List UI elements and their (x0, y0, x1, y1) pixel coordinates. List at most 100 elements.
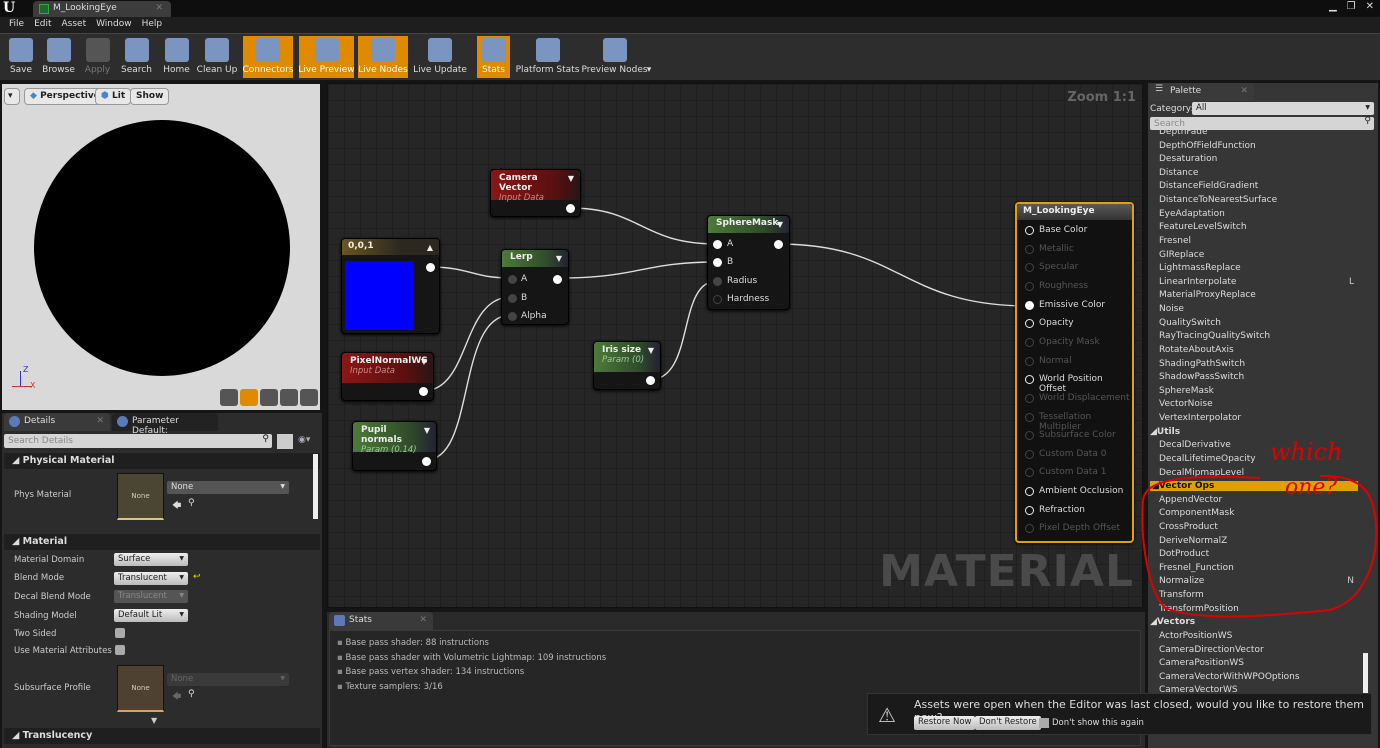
tab-palette[interactable]: ☰ Palette ✕ (1150, 83, 1254, 101)
show-button[interactable]: Show (130, 88, 170, 105)
menu-file[interactable]: File (4, 17, 29, 33)
palette-item[interactable]: DistanceToNearestSurface (1159, 195, 1277, 205)
browse-search-icon[interactable]: ⚲ (188, 498, 195, 508)
restore-icon[interactable]: ❐ (1347, 1, 1356, 12)
phys-material-dropdown[interactable]: None (167, 481, 289, 494)
palette-item[interactable]: CameraVectorWithWPOOptions (1159, 672, 1300, 682)
node-camera-vector[interactable]: Camera Vector Input Data ▼ (490, 169, 581, 217)
palette-item[interactable]: ShadowPassSwitch (1159, 372, 1244, 382)
input-pin-alpha[interactable] (508, 312, 517, 321)
decal-blend-mode-dropdown[interactable]: Translucent (114, 590, 188, 603)
browse-button[interactable]: Browse (42, 36, 75, 78)
menu-asset[interactable]: Asset (57, 17, 92, 33)
subsurface-profile-dropdown[interactable]: None (167, 673, 289, 686)
palette-item[interactable]: SphereMask (1159, 386, 1214, 396)
search-details-input[interactable]: Search Details ⚲ (4, 434, 272, 448)
palette-item[interactable]: VertexInterpolator (1159, 413, 1241, 423)
menu-help[interactable]: Help (137, 17, 168, 33)
palette-item[interactable]: LinearInterpolate (1159, 277, 1236, 287)
use-selected-arrow-icon[interactable]: 🡄 (172, 689, 181, 705)
palette-item[interactable]: DepthOfFieldFunction (1159, 141, 1256, 151)
live-update-button[interactable]: Live Update (413, 36, 467, 78)
input-pin-custom-data-1[interactable] (1025, 468, 1034, 478)
palette-item[interactable]: DepthFade (1159, 130, 1208, 137)
node-pupil-normals[interactable]: Pupil normals Param (0.14) ▼ (352, 421, 437, 471)
palette-item[interactable]: CameraDirectionVector (1159, 645, 1264, 655)
palette-item[interactable]: QualitySwitch (1159, 318, 1221, 328)
use-selected-arrow-icon[interactable]: 🡄 (172, 498, 181, 514)
expand-advanced-icon[interactable]: ▼ (151, 716, 157, 725)
input-pin-pixel-depth-offset[interactable] (1025, 524, 1034, 534)
save-button[interactable]: Save (5, 36, 37, 78)
material-domain-dropdown[interactable]: Surface (114, 553, 188, 566)
palette-item[interactable]: LightmassReplace (1159, 263, 1241, 273)
close-icon[interactable]: ✕ (1366, 1, 1374, 12)
input-pin-specular[interactable] (1025, 263, 1034, 273)
input-pin-a[interactable] (508, 275, 517, 284)
tab-stats[interactable]: Stats ✕ (329, 612, 433, 630)
dont-show-again-checkbox[interactable] (1039, 718, 1049, 728)
palette-item[interactable]: DistanceFieldGradient (1159, 181, 1258, 191)
input-pin-roughness[interactable] (1025, 281, 1034, 291)
palette-item[interactable]: RotateAboutAxis (1159, 345, 1234, 355)
node-lerp[interactable]: Lerp ▼ A B Alpha (501, 249, 569, 325)
collapse-arrow-icon[interactable]: ▼ (421, 357, 427, 366)
section-physical-material[interactable]: ◢ Physical Material (4, 453, 320, 469)
output-pin[interactable] (646, 376, 655, 385)
input-pin-subsurface-color[interactable] (1025, 431, 1034, 441)
menu-window[interactable]: Window (91, 17, 137, 33)
live-nodes-button[interactable]: Live Nodes (358, 36, 408, 78)
connectors-button[interactable]: Connectors (242, 36, 294, 78)
node-material-output[interactable]: M_LookingEye Base Color Metallic Specular R… (1015, 202, 1134, 543)
palette-item[interactable]: GIReplace (1159, 250, 1204, 260)
node-pixelnormalws[interactable]: PixelNormalWS Input Data ▼ (341, 352, 434, 401)
lit-button[interactable]: ⬢ Lit (95, 88, 132, 105)
input-pin-refraction[interactable] (1025, 505, 1034, 515)
input-pin-radius[interactable] (713, 277, 722, 286)
section-material[interactable]: ◢ Material (4, 534, 320, 550)
home-button[interactable]: Home (160, 36, 193, 78)
node-spheremask[interactable]: SphereMask ▼ A B Radius Hardness (707, 215, 790, 310)
palette-item[interactable]: Desaturation (1159, 154, 1217, 164)
palette-item[interactable]: Noise (1159, 304, 1184, 314)
output-pin[interactable] (422, 457, 431, 466)
reset-to-default-icon[interactable]: ↩ (193, 572, 201, 582)
subsurface-profile-thumbnail[interactable]: None (117, 665, 164, 712)
close-tab-icon[interactable]: ✕ (419, 615, 427, 625)
sphere-preview-button[interactable] (240, 389, 258, 406)
platform-stats-button[interactable]: Platform Stats (516, 36, 579, 78)
category-dropdown[interactable]: All (1192, 102, 1374, 115)
output-pin[interactable] (774, 240, 783, 249)
details-scrollbar[interactable] (313, 454, 318, 519)
input-pin-emissive-color[interactable] (1025, 300, 1034, 310)
input-pin-custom-data-0[interactable] (1025, 449, 1034, 459)
section-translucency[interactable]: ◢ Translucency (4, 728, 320, 744)
browse-search-icon[interactable]: ⚲ (188, 689, 195, 699)
preview-viewport[interactable]: ▾ ◆ Perspective ⬢ Lit Show Z X (2, 84, 320, 410)
node-iris-size[interactable]: Iris size Param (0) ▼ (593, 341, 661, 390)
output-pin[interactable] (426, 263, 435, 272)
input-pin-normal[interactable] (1025, 356, 1034, 366)
palette-item[interactable]: ActorPositionWS (1159, 631, 1232, 641)
input-pin-world-position-offset[interactable] (1025, 375, 1034, 385)
input-pin-opacity-mask[interactable] (1025, 337, 1034, 347)
input-pin-b[interactable] (508, 294, 517, 303)
tab-parameter-defaults[interactable]: Parameter Default: (112, 413, 218, 436)
menu-edit[interactable]: Edit (29, 17, 56, 33)
palette-item[interactable]: RayTracingQualitySwitch (1159, 331, 1270, 341)
close-tab-icon[interactable]: ✕ (155, 3, 163, 13)
output-pin[interactable] (419, 387, 428, 396)
input-pin-world-displacement[interactable] (1025, 393, 1034, 403)
preview-nodes-button[interactable]: Preview Nodes (581, 36, 648, 78)
cube-preview-button[interactable] (280, 389, 298, 406)
viewport-options-button[interactable]: ▾ (4, 88, 20, 105)
live-preview-button[interactable]: Live Preview (298, 36, 355, 78)
collapse-arrow-icon[interactable]: ▲ (427, 243, 433, 252)
input-pin-base-color[interactable] (1025, 226, 1034, 235)
tab-details[interactable]: Details ✕ (4, 413, 110, 431)
clean-up-button[interactable]: Clean Up (197, 36, 237, 78)
preview-nodes-dropdown-icon[interactable]: ▾ (645, 36, 653, 78)
node-constant-vector[interactable]: 0,0,1 ▲ (341, 238, 440, 334)
minimize-icon[interactable]: ▁ (1329, 1, 1337, 12)
palette-item[interactable]: Fresnel (1159, 236, 1191, 246)
